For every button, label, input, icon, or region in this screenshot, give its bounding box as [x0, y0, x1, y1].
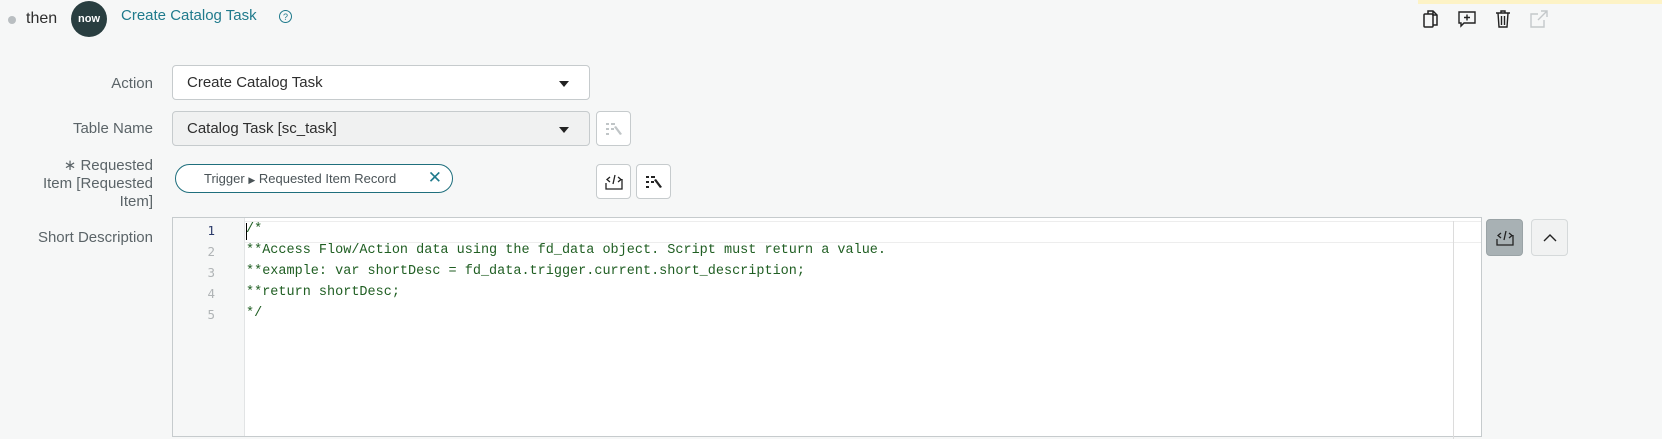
help-icon[interactable]: ? [279, 10, 292, 23]
table-name-select[interactable]: Catalog Task [sc_task] [172, 111, 590, 146]
script-mode-button[interactable] [1486, 219, 1523, 256]
requested-item-label: ∗ Requested Item [Requested Item] [42, 157, 153, 210]
code-line: /* [246, 222, 263, 237]
collapse-button[interactable] [1531, 219, 1568, 256]
short-description-label: Short Description [37, 229, 153, 246]
action-value: Create Catalog Task [187, 74, 323, 91]
pill-source: Trigger [204, 171, 245, 186]
script-toggle-button[interactable] [596, 164, 631, 199]
step-title[interactable]: Create Catalog Task [121, 7, 257, 24]
chevron-down-icon [559, 127, 569, 133]
code-line: */ [246, 306, 263, 321]
data-pill[interactable]: Trigger ▶ Requested Item Record ✕ [175, 164, 453, 193]
code-line: **return shortDesc; [246, 285, 400, 300]
connector-label: then [26, 10, 58, 27]
pill-field: Requested Item Record [258, 171, 397, 186]
line-number: 1 [207, 223, 215, 238]
line-number: 5 [207, 307, 215, 322]
step-bullet [8, 16, 16, 24]
table-picker-button [596, 111, 631, 146]
chevron-up-icon [1543, 233, 1556, 241]
required-mark: ∗ [63, 157, 77, 174]
now-logo: now [71, 1, 107, 37]
action-label: Action [111, 75, 153, 92]
code-line: **example: var shortDesc = fd_data.trigg… [246, 264, 805, 279]
delete-icon[interactable] [1491, 7, 1515, 31]
code-line: **Access Flow/Action data using the fd_d… [246, 243, 887, 258]
remove-pill-icon[interactable]: ✕ [428, 168, 442, 188]
line-number: 3 [207, 265, 215, 280]
table-name-value: Catalog Task [sc_task] [187, 120, 337, 137]
data-picker-button[interactable] [636, 164, 671, 199]
action-select[interactable]: Create Catalog Task [172, 65, 590, 100]
script-editor[interactable]: 1 2 3 4 5 /* **Access Flow/Action data u… [172, 217, 1482, 439]
editor-scrollbar[interactable] [1453, 221, 1454, 439]
notification-strip [1418, 0, 1662, 4]
line-number: 4 [207, 286, 215, 301]
table-name-label: Table Name [72, 120, 153, 137]
text-cursor [246, 223, 247, 240]
caret-right-icon: ▶ [248, 175, 256, 185]
copy-icon[interactable] [1419, 7, 1443, 31]
chevron-down-icon [559, 81, 569, 87]
current-line-highlight [245, 221, 1481, 243]
open-external-icon [1527, 7, 1551, 31]
line-number: 2 [207, 244, 215, 259]
add-comment-icon[interactable] [1455, 7, 1479, 31]
